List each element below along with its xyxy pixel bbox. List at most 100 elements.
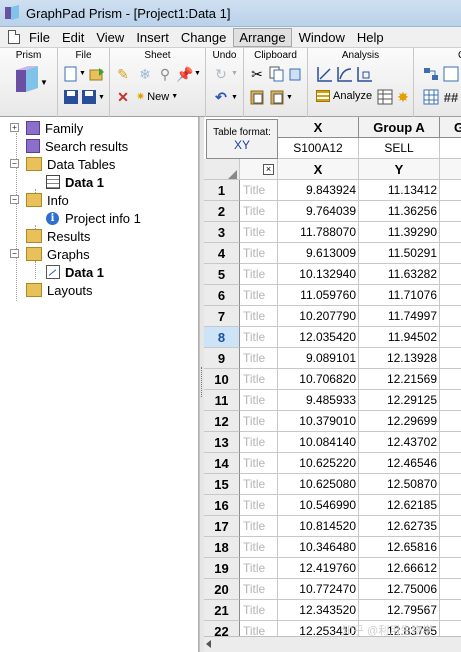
row-title-cell[interactable]: Title [240, 390, 278, 411]
group-b-cell[interactable] [440, 264, 461, 285]
row-title-cell[interactable]: Title [240, 264, 278, 285]
nav-info[interactable]: − Info [10, 191, 69, 209]
x-value-cell[interactable]: 11.788070 [278, 222, 359, 243]
y-value-cell[interactable]: 11.13412 [359, 180, 440, 201]
x-value-cell[interactable]: 10.625220 [278, 453, 359, 474]
x-value-cell[interactable]: 10.207790 [278, 306, 359, 327]
row-number[interactable]: 1 [204, 180, 240, 201]
star-analysis-icon[interactable]: ✸ [394, 88, 412, 106]
column-header-x[interactable]: X [278, 117, 359, 138]
copy-icon[interactable] [268, 65, 286, 83]
y-value-cell[interactable]: 12.46546 [359, 453, 440, 474]
nav-project-info[interactable]: i Project info 1 [46, 209, 141, 227]
paste-special-icon[interactable] [268, 88, 286, 106]
arrange-icon[interactable] [422, 65, 440, 83]
y-value-cell[interactable]: 12.13928 [359, 348, 440, 369]
group-b-cell[interactable] [440, 411, 461, 432]
x-value-cell[interactable]: 10.814520 [278, 516, 359, 537]
y-value-cell[interactable]: 12.50870 [359, 474, 440, 495]
nav-data-tables[interactable]: − Data Tables [10, 155, 115, 173]
x-value-cell[interactable]: 10.132940 [278, 264, 359, 285]
row-number[interactable]: 6 [204, 285, 240, 306]
group-a-column-title[interactable]: SELL [359, 138, 440, 159]
y-value-cell[interactable]: 12.21569 [359, 369, 440, 390]
x-value-cell[interactable]: 10.379010 [278, 411, 359, 432]
row-number[interactable]: 18 [204, 537, 240, 558]
menu-view[interactable]: View [91, 29, 129, 46]
row-title-cell[interactable]: Title [240, 243, 278, 264]
table-icon[interactable] [376, 88, 394, 106]
save-as-icon[interactable] [80, 88, 98, 106]
group-b-cell[interactable] [440, 180, 461, 201]
close-title-column-icon[interactable]: × [263, 163, 274, 175]
y-value-cell[interactable]: 12.79567 [359, 600, 440, 621]
x-value-cell[interactable]: 9.843924 [278, 180, 359, 201]
nav-results[interactable]: Results [26, 227, 90, 245]
row-number[interactable]: 19 [204, 558, 240, 579]
group-b-cell[interactable] [440, 285, 461, 306]
x-value-cell[interactable]: 9.485933 [278, 390, 359, 411]
row-number[interactable]: 9 [204, 348, 240, 369]
nav-graph-data-1[interactable]: Data 1 [46, 263, 104, 281]
row-number[interactable]: 3 [204, 222, 240, 243]
group-b-cell[interactable] [440, 348, 461, 369]
row-title-cell[interactable]: Title [240, 369, 278, 390]
group-b-cell[interactable] [440, 390, 461, 411]
collapse-info-icon[interactable]: − [10, 195, 19, 204]
y-value-cell[interactable]: 11.39290 [359, 222, 440, 243]
x-value-cell[interactable]: 10.546990 [278, 495, 359, 516]
row-number[interactable]: 7 [204, 306, 240, 327]
delete-icon[interactable]: ✕ [114, 88, 132, 106]
y-value-cell[interactable]: 12.62185 [359, 495, 440, 516]
group-b-cell[interactable] [440, 600, 461, 621]
y-value-cell[interactable]: 11.50291 [359, 243, 440, 264]
x-value-cell[interactable]: 9.613009 [278, 243, 359, 264]
paste-icon[interactable] [248, 88, 266, 106]
undo-dropdown-icon[interactable]: ▼ [231, 94, 238, 101]
table-format-button[interactable]: Table format: XY [206, 119, 278, 159]
row-title-cell[interactable]: Title [240, 201, 278, 222]
row-title-cell[interactable]: Title [240, 537, 278, 558]
layout-icon[interactable] [442, 65, 460, 83]
row-number[interactable]: 2 [204, 201, 240, 222]
y-value-cell[interactable]: 12.43702 [359, 432, 440, 453]
menu-window[interactable]: Window [294, 29, 350, 46]
y-value-cell[interactable]: 12.29125 [359, 390, 440, 411]
curve-fit-icon[interactable] [336, 65, 354, 83]
x-value-cell[interactable]: 12.035420 [278, 327, 359, 348]
row-number[interactable]: 4 [204, 243, 240, 264]
pushpin-icon[interactable]: 📌 [176, 65, 194, 83]
column-header-group-a[interactable]: Group A [359, 117, 440, 138]
group-b-cell[interactable] [440, 516, 461, 537]
row-title-cell[interactable]: Title [240, 180, 278, 201]
row-number[interactable]: 8 [204, 327, 240, 348]
save-icon[interactable] [62, 88, 80, 106]
nav-family[interactable]: + Family [10, 119, 83, 137]
y-value-cell[interactable]: 11.94502 [359, 327, 440, 348]
group-b-cell[interactable] [440, 537, 461, 558]
row-title-cell[interactable]: Title [240, 495, 278, 516]
row-title-cell[interactable]: Title [240, 453, 278, 474]
prism-icon[interactable] [14, 66, 40, 96]
group-b-cell[interactable] [440, 201, 461, 222]
y-value-cell[interactable]: 12.75006 [359, 579, 440, 600]
row-title-cell[interactable]: Title [240, 285, 278, 306]
copy-special-icon[interactable] [288, 65, 306, 83]
x-value-cell[interactable]: 10.084140 [278, 432, 359, 453]
menu-arrange[interactable]: Arrange [233, 27, 292, 47]
row-number[interactable]: 20 [204, 579, 240, 600]
row-number[interactable]: 14 [204, 453, 240, 474]
open-file-icon[interactable] [88, 65, 106, 83]
group-b-cell[interactable] [440, 432, 461, 453]
x-value-cell[interactable]: 12.419760 [278, 558, 359, 579]
collapse-data-tables-icon[interactable]: − [10, 159, 19, 168]
nav-search-results[interactable]: Search results [26, 137, 128, 155]
x-value-cell[interactable]: 11.059760 [278, 285, 359, 306]
group-b-cell[interactable] [440, 369, 461, 390]
group-b-cell[interactable] [440, 306, 461, 327]
x-value-cell[interactable]: 10.772470 [278, 579, 359, 600]
number-format-icon[interactable]: ## [442, 88, 460, 106]
magic-wand-icon[interactable]: ⚲ [156, 65, 174, 83]
new-sheet-button[interactable]: ✷ New ▼ [136, 90, 178, 104]
save-dropdown-icon[interactable]: ▼ [98, 94, 105, 101]
